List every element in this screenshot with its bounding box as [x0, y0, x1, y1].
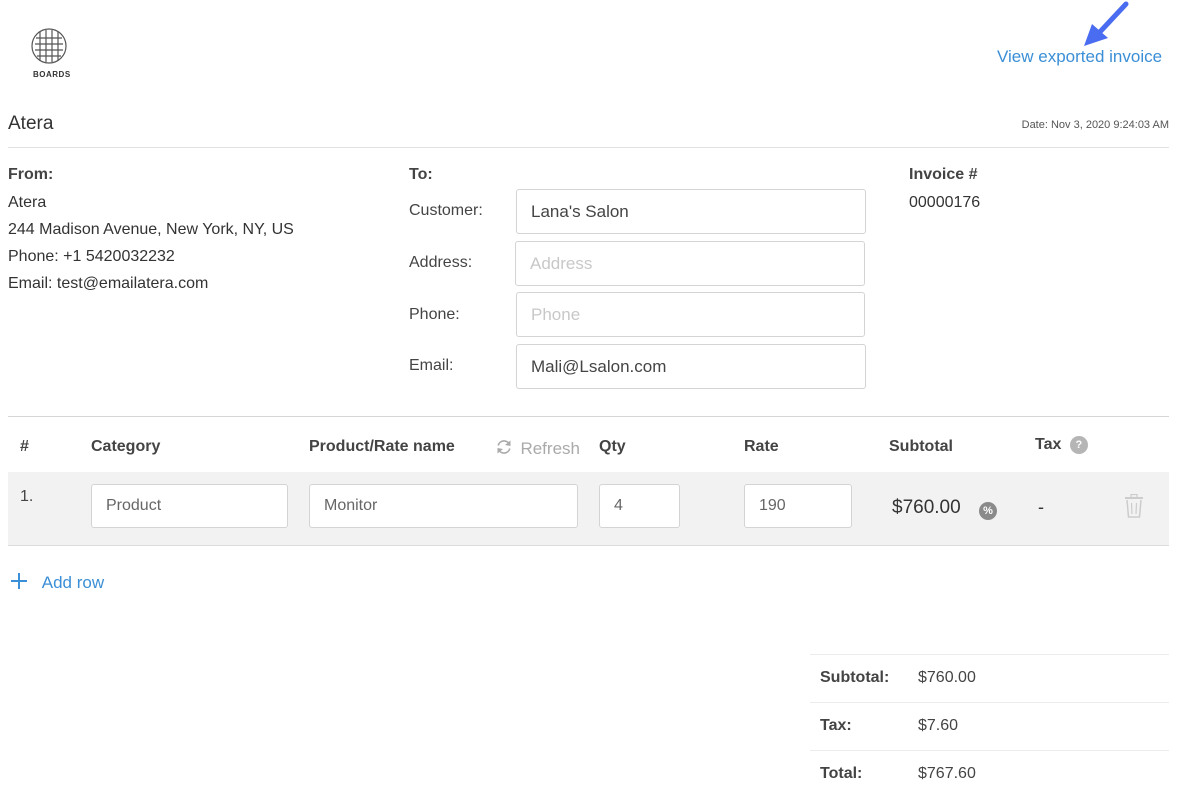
refresh-label: Refresh — [520, 439, 580, 458]
customer-label: Customer: — [409, 202, 483, 219]
address-label: Address: — [409, 254, 473, 271]
col-qty-header: Qty — [599, 438, 626, 455]
customer-input[interactable] — [516, 189, 866, 234]
address-input[interactable] — [515, 241, 865, 286]
company-name: Atera — [8, 113, 54, 134]
plus-icon — [11, 573, 27, 589]
summary-divider — [810, 750, 1169, 751]
add-row-label: Add row — [41, 573, 105, 592]
row-subtotal: $760.00 — [892, 497, 961, 518]
refresh-icon — [497, 440, 511, 454]
invoice-number-label: Invoice # — [909, 166, 978, 183]
col-rate-header: Rate — [744, 438, 779, 455]
percent-icon[interactable]: % — [979, 502, 997, 520]
from-line-email: Email: test@emailatera.com — [8, 275, 209, 292]
summary-tax-value: $7.60 — [918, 717, 959, 734]
delete-row-button[interactable] — [1124, 493, 1144, 523]
header-divider — [8, 147, 1169, 148]
invoice-number: 00000176 — [909, 194, 981, 211]
help-icon[interactable]: ? — [1069, 436, 1088, 454]
col-category-header: Category — [91, 438, 161, 455]
summary-subtotal-value: $760.00 — [918, 669, 976, 686]
rate-input[interactable] — [744, 484, 852, 528]
view-exported-invoice-link[interactable]: View exported invoice — [997, 47, 1162, 67]
summary-total-label: Total: — [820, 765, 863, 782]
summary-total-value: $767.60 — [918, 765, 976, 782]
summary-divider — [810, 702, 1169, 703]
add-row-button[interactable]: Add row — [10, 572, 104, 593]
summary-tax-label: Tax: — [820, 717, 852, 734]
from-line-phone: Phone: +1 5420032232 — [8, 248, 175, 265]
summary-subtotal-label: Subtotal: — [820, 669, 890, 686]
phone-input[interactable] — [516, 292, 865, 337]
col-subtotal-header: Subtotal — [889, 438, 953, 455]
arrow-annotation-icon — [1084, 1, 1129, 46]
tax-header-label: Tax — [1035, 436, 1062, 453]
trash-icon — [1125, 493, 1143, 518]
section-divider — [8, 416, 1169, 417]
email-input[interactable] — [516, 344, 866, 389]
refresh-button[interactable]: Refresh — [495, 438, 580, 459]
col-tax-header: Tax ? — [1035, 436, 1088, 454]
email-label: Email: — [409, 357, 454, 374]
product-input[interactable] — [309, 484, 578, 528]
from-line-name: Atera — [8, 194, 47, 211]
qty-input[interactable] — [599, 484, 680, 528]
from-line-address: 244 Madison Avenue, New York, NY, US — [8, 221, 294, 238]
summary-top-divider — [810, 654, 1169, 655]
row-tax: - — [1038, 497, 1044, 517]
logo-icon: BOARDS — [26, 24, 72, 88]
col-index-header: # — [20, 438, 29, 455]
logo-text: BOARDS — [33, 70, 71, 79]
phone-label: Phone: — [409, 306, 460, 323]
to-label: To: — [409, 166, 433, 183]
invoice-date: Date: Nov 3, 2020 9:24:03 AM — [1021, 119, 1169, 131]
category-input[interactable] — [91, 484, 288, 528]
from-details: Atera 244 Madison Avenue, New York, NY, … — [8, 189, 294, 297]
col-product-header: Product/Rate name — [309, 438, 455, 455]
row-index: 1. — [20, 488, 34, 505]
from-label: From: — [8, 166, 54, 183]
